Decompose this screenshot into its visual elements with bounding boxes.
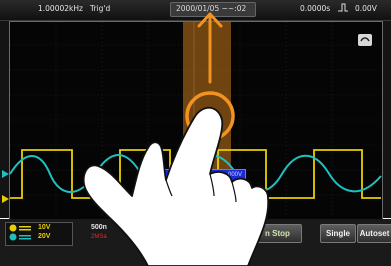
oscilloscope-screen: 1.00002kHz Trig'd 2000/01/05 ~~:02 0.000… <box>0 0 391 266</box>
hand-gesture-icon <box>82 106 270 266</box>
